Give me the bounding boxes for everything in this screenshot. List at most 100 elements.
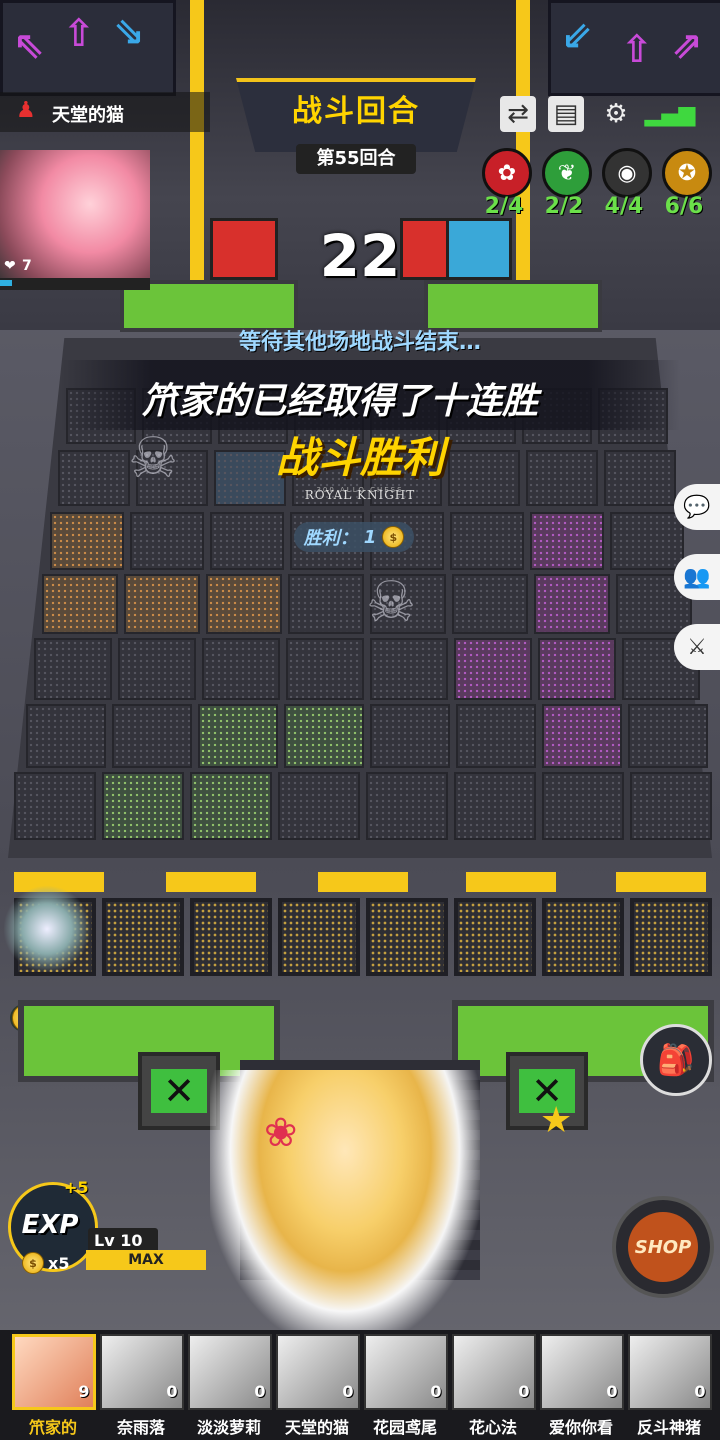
board-tile[interactable] [118, 638, 196, 700]
bench-slot[interactable] [190, 898, 272, 976]
bench-slot[interactable] [630, 898, 712, 976]
player-score: 0 [518, 1382, 530, 1401]
player-name-label: 爱你你看 [548, 1418, 613, 1437]
board-tile[interactable] [286, 638, 364, 700]
board-tile[interactable] [630, 772, 712, 840]
board-tile[interactable] [604, 450, 676, 506]
player-score: 0 [694, 1382, 706, 1401]
arcade-machine [210, 218, 278, 280]
badge-icon[interactable]: ✪ [662, 148, 712, 198]
board-tile[interactable] [202, 638, 280, 700]
board-tile[interactable] [366, 772, 448, 840]
sword-icon[interactable]: ⚔ [674, 624, 720, 670]
board-tile[interactable] [456, 704, 536, 768]
dance-arrow-panel-right: ⇙ ⇧ ⇗ [548, 0, 720, 96]
player-score: 9 [78, 1382, 90, 1401]
board-tile[interactable] [278, 772, 360, 840]
gear-icon[interactable]: ⚙ [598, 96, 634, 132]
star-icon: ★ [540, 1100, 573, 1141]
board-tile[interactable] [288, 574, 364, 634]
trait-count: 6/6 [664, 194, 704, 219]
book-icon[interactable]: ▤ [548, 96, 584, 132]
board-tile[interactable] [34, 638, 112, 700]
player-name-label: 奈雨落 [116, 1418, 165, 1437]
level-max-bar: MAX [86, 1250, 206, 1270]
leaf-icon[interactable]: ❦ [542, 148, 592, 198]
win-value: 1 [363, 526, 377, 548]
board-tile[interactable] [526, 450, 598, 506]
board-tile[interactable] [206, 574, 282, 634]
board-tile[interactable] [370, 638, 448, 700]
bench-slot[interactable] [278, 898, 360, 976]
close-x-icon: ✕ [138, 1052, 220, 1130]
bench-slot[interactable] [366, 898, 448, 976]
trait-count: 4/4 [604, 194, 644, 219]
bench-stripe [616, 872, 706, 892]
coin-icon: $ [22, 1252, 44, 1274]
board-tile[interactable] [542, 772, 624, 840]
round-number: 第55回合 [296, 144, 416, 174]
heart-icon: ❤ [4, 258, 16, 274]
skull-icon: ☠ [366, 570, 417, 635]
board-tile[interactable] [530, 512, 604, 570]
eye-icon[interactable]: ◉ [602, 148, 652, 198]
player-name-label: 天堂的猫 [284, 1418, 349, 1437]
win-label: 胜利： [303, 528, 358, 549]
board-tile[interactable] [610, 512, 684, 570]
bench-stripe [318, 872, 408, 892]
victory-title: 战斗胜利 [275, 433, 444, 482]
board-tile[interactable] [42, 574, 118, 634]
player-score: 0 [342, 1382, 354, 1401]
player-name: 天堂的猫 [52, 105, 124, 126]
board-tile[interactable] [130, 512, 204, 570]
hp-value: 7 [22, 258, 32, 274]
board-tile[interactable] [628, 704, 708, 768]
board-tile[interactable] [112, 704, 192, 768]
board-tile[interactable] [454, 638, 532, 700]
board-tile[interactable] [14, 772, 96, 840]
board-tile[interactable] [124, 574, 200, 634]
dance-arrow-panel-left: ⇖ ⇧ ⇘ [0, 0, 176, 96]
board-tile[interactable] [370, 704, 450, 768]
board-tile[interactable] [26, 704, 106, 768]
board-tile[interactable] [210, 512, 284, 570]
board-tile[interactable] [452, 574, 528, 634]
board-tile[interactable] [542, 704, 622, 768]
round-title: 战斗回合 [292, 94, 420, 129]
player-name-label: 笊家的 [28, 1418, 77, 1437]
player-name-label: 反斗神猪 [636, 1418, 701, 1437]
arrow-icon: ⇗ [671, 23, 703, 67]
bench-slot[interactable] [102, 898, 184, 976]
hp-bar-fill [0, 280, 12, 286]
rose-icon[interactable]: ✿ [482, 148, 532, 198]
arrow-icon: ⇘ [113, 9, 145, 53]
player-score: 0 [606, 1382, 618, 1401]
exp-label: EXP [21, 1210, 79, 1240]
board-tile[interactable] [454, 772, 536, 840]
trait-count: 2/4 [484, 194, 524, 219]
board-tile[interactable] [284, 704, 364, 768]
board-tile[interactable] [102, 772, 184, 840]
bench-slot[interactable] [542, 898, 624, 976]
board-tile[interactable] [538, 638, 616, 700]
shop-button[interactable]: SHOP [612, 1196, 714, 1298]
waiting-message: 等待其他场地战斗结束… [238, 330, 481, 355]
exp-cost: $ x5 [22, 1252, 69, 1274]
board-tile[interactable] [450, 512, 524, 570]
board-tile[interactable] [58, 450, 130, 506]
player-name-label: 花园鸢尾 [372, 1418, 437, 1437]
players-icon[interactable]: 👥 [674, 554, 720, 600]
shop-label: SHOP [628, 1212, 698, 1282]
bench-unit[interactable] [4, 884, 90, 974]
backpack-icon[interactable]: 🎒 [640, 1024, 712, 1096]
arrow-icon: ⇙ [561, 13, 593, 57]
coin-icon: $ [382, 526, 405, 548]
chat-icon[interactable]: 💬 [674, 484, 720, 530]
arrow-icon: ⇧ [621, 27, 653, 71]
board-tile[interactable] [50, 512, 124, 570]
phone-sync-icon[interactable]: ⇄ [500, 96, 536, 132]
board-tile[interactable] [198, 704, 278, 768]
board-tile[interactable] [534, 574, 610, 634]
board-tile[interactable] [190, 772, 272, 840]
bench-slot[interactable] [454, 898, 536, 976]
